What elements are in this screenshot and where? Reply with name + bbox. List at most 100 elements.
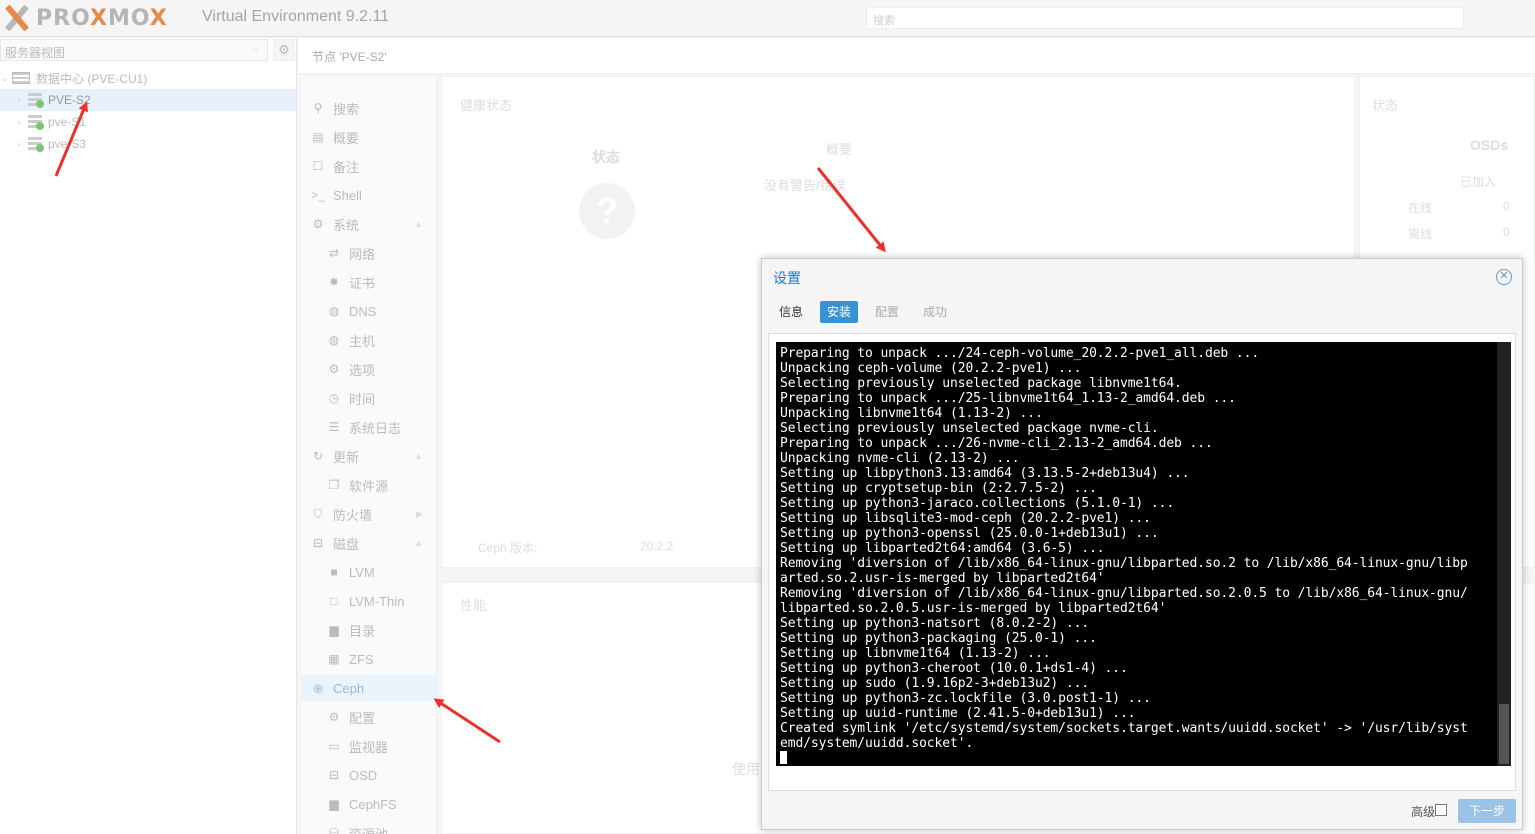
online-value: 0: [1503, 199, 1510, 213]
close-icon[interactable]: ✕: [1496, 269, 1512, 285]
scrollbar-thumb[interactable]: [1499, 704, 1509, 764]
proxmox-x-icon: [2, 4, 32, 32]
console-cursor-line: [780, 751, 1511, 766]
grid-icon: ▦: [328, 652, 340, 666]
tab-install[interactable]: 安装: [820, 301, 859, 323]
nav-item-repositories[interactable]: ❐ 软件源: [301, 472, 437, 498]
tree-item-pve-s1[interactable]: › pve-S1: [0, 111, 296, 133]
nav-item-monitor[interactable]: ▭ 监视器: [301, 733, 437, 759]
console-line: Setting up sudo (1.9.16p2-3+deb13u2) ...: [780, 676, 1090, 691]
chevron-up-icon: ▲: [414, 451, 423, 461]
version-label: Virtual Environment 9.2.11: [202, 8, 390, 25]
datacenter-icon: [12, 72, 30, 84]
console-line: Selecting previously unselected package …: [780, 421, 1159, 436]
tab-info[interactable]: 信息: [772, 301, 810, 323]
nav-item-certificates[interactable]: ✸ 证书: [301, 269, 437, 295]
nav-item-disks[interactable]: ⊟ 磁盘 ▲: [301, 530, 437, 556]
nav-label: 网络: [349, 246, 376, 262]
expand-icon[interactable]: ›: [14, 117, 24, 127]
square-outline-icon: □: [330, 594, 338, 608]
expand-icon[interactable]: ›: [14, 139, 24, 149]
cogs-icon: ⚙: [312, 217, 324, 231]
note-icon: ☐: [312, 159, 324, 173]
console-line: Unpacking nvme-cli (2.13-2) ...: [780, 451, 1020, 466]
tree-item-label: pve-S3: [48, 137, 87, 151]
view-select[interactable]: 服务器视图 ⌵: [0, 39, 268, 61]
nav-item-lvm-thin[interactable]: □ LVM-Thin: [301, 588, 437, 614]
chevron-right-icon: ▶: [416, 508, 423, 519]
tree-item-datacenter[interactable]: ⌄ 数据中心 (PVE-CU1): [0, 67, 296, 89]
no-warning-text: 没有警告/错误: [764, 178, 846, 193]
nav-item-updates[interactable]: ↻ 更新 ▲: [301, 443, 437, 469]
nav-label: 监视器: [349, 739, 389, 755]
console-cursor: [780, 751, 787, 764]
gear-icon: ⚙: [328, 710, 340, 724]
health-title: 健康状态: [460, 98, 513, 113]
nav-item-hosts[interactable]: ◍ 主机: [301, 327, 437, 353]
hdd-icon: ⊟: [312, 536, 324, 550]
nav-item-cephfs[interactable]: ▆ CephFS: [301, 791, 437, 817]
offline-label: 离线: [1408, 227, 1433, 241]
nav-item-ceph-config[interactable]: ⚙ 配置: [301, 704, 437, 730]
console-line: Setting up cryptsetup-bin (2:2.7.5-2) ..…: [780, 481, 1097, 496]
console-line: Selecting previously unselected package …: [780, 376, 1182, 391]
gear-icon: ⚙: [328, 362, 340, 376]
usage-label: 使用: [732, 761, 760, 777]
wizard-tabs: 信息 安装 配置 成功: [772, 301, 964, 323]
console-line: Setting up python3-packaging (25.0-1) ..…: [780, 631, 1097, 646]
nav-item-pools[interactable]: ⛁ 资源池: [301, 820, 437, 834]
ceph-icon: ֍: [313, 681, 323, 696]
folder-icon: ▆: [329, 797, 339, 811]
book-icon: ▤: [312, 130, 324, 144]
collapse-icon[interactable]: ⌄: [0, 73, 10, 84]
monitor-icon: ▭: [328, 739, 340, 753]
nav-item-network[interactable]: ⇄ 网络: [301, 240, 437, 266]
nav-item-dns[interactable]: ◍ DNS: [301, 298, 437, 324]
tab-config[interactable]: 配置: [868, 301, 906, 323]
tree-item-label: pve-S1: [48, 115, 87, 129]
summary-label: 概要: [826, 142, 853, 157]
tree-item-pve-s3[interactable]: › pve-S3: [0, 133, 296, 155]
nav-label: 系统: [333, 217, 360, 233]
nav-item-notes[interactable]: ☐ 备注: [301, 153, 437, 179]
nav-label: 资源池: [349, 826, 389, 834]
nav-item-options[interactable]: ⚙ 选项: [301, 356, 437, 382]
console-line: Setting up libpython3.13:amd64 (3.13.5-2…: [780, 466, 1190, 481]
advanced-checkbox[interactable]: [1435, 804, 1447, 816]
nav-item-lvm[interactable]: ■ LVM: [301, 559, 437, 585]
nav-label: OSD: [349, 767, 378, 783]
nav-label: 磁盘: [333, 536, 360, 552]
nav-item-osd[interactable]: ⊟ OSD: [301, 762, 437, 788]
console-line: Preparing to unpack .../26-nvme-cli_2.13…: [780, 436, 1213, 451]
tab-success[interactable]: 成功: [916, 301, 954, 323]
ceph-version-label: Ceph 版本:: [478, 541, 538, 555]
next-button[interactable]: 下一步: [1458, 799, 1516, 823]
dialog-footer: 高级 下一步: [762, 791, 1522, 829]
offline-value: 0: [1503, 225, 1510, 239]
nav-item-time[interactable]: ◷ 时间: [301, 385, 437, 411]
nav-item-ceph[interactable]: ֍ Ceph: [301, 675, 437, 701]
global-search-input[interactable]: 搜索: [866, 7, 1464, 29]
node-nav-menu: ⚲ 搜索 ▤ 概要 ☐ 备注 >_ Shell ⚙ 系统 ▲ ⇄ 网络 ✸ 证书 ◍ DNS ◍ 主…: [301, 76, 437, 834]
console-line: Preparing to unpack .../24-ceph-volume_2…: [780, 346, 1260, 361]
nav-item-zfs[interactable]: ▦ ZFS: [301, 646, 437, 672]
install-console[interactable]: Preparing to unpack .../24-ceph-volume_2…: [776, 342, 1511, 766]
logo-text-1: PRO: [36, 5, 90, 31]
console-line: libparted.so.2.0.5.usr-is-merged by libp…: [780, 601, 1167, 616]
gear-icon[interactable]: ⚙: [273, 39, 295, 61]
ceph-setup-dialog: 设置 ✕ 信息 安装 配置 成功 Preparing to unpack ...…: [761, 258, 1523, 830]
console-scrollbar[interactable]: [1497, 342, 1511, 766]
online-label: 在线: [1408, 201, 1433, 215]
console-line: Setting up python3-cheroot (10.0.1+ds1-4…: [780, 661, 1128, 676]
console-line: Setting up libparted2t64:amd64 (3.6-5) .…: [780, 541, 1105, 556]
tree-item-pve-s2[interactable]: › PVE-S2: [0, 89, 296, 111]
nav-item-directory[interactable]: ▆ 目录: [301, 617, 437, 643]
nav-item-shell[interactable]: >_ Shell: [301, 182, 437, 208]
nav-item-system[interactable]: ⚙ 系统 ▲: [301, 211, 437, 237]
terminal-icon: >_: [311, 188, 325, 202]
expand-icon[interactable]: ›: [14, 95, 24, 105]
nav-item-search[interactable]: ⚲ 搜索: [301, 95, 437, 121]
nav-item-syslog[interactable]: ☰ 系统日志: [301, 414, 437, 440]
nav-item-firewall[interactable]: ⛉ 防火墙 ▶: [301, 501, 437, 527]
nav-item-summary[interactable]: ▤ 概要: [301, 124, 437, 150]
